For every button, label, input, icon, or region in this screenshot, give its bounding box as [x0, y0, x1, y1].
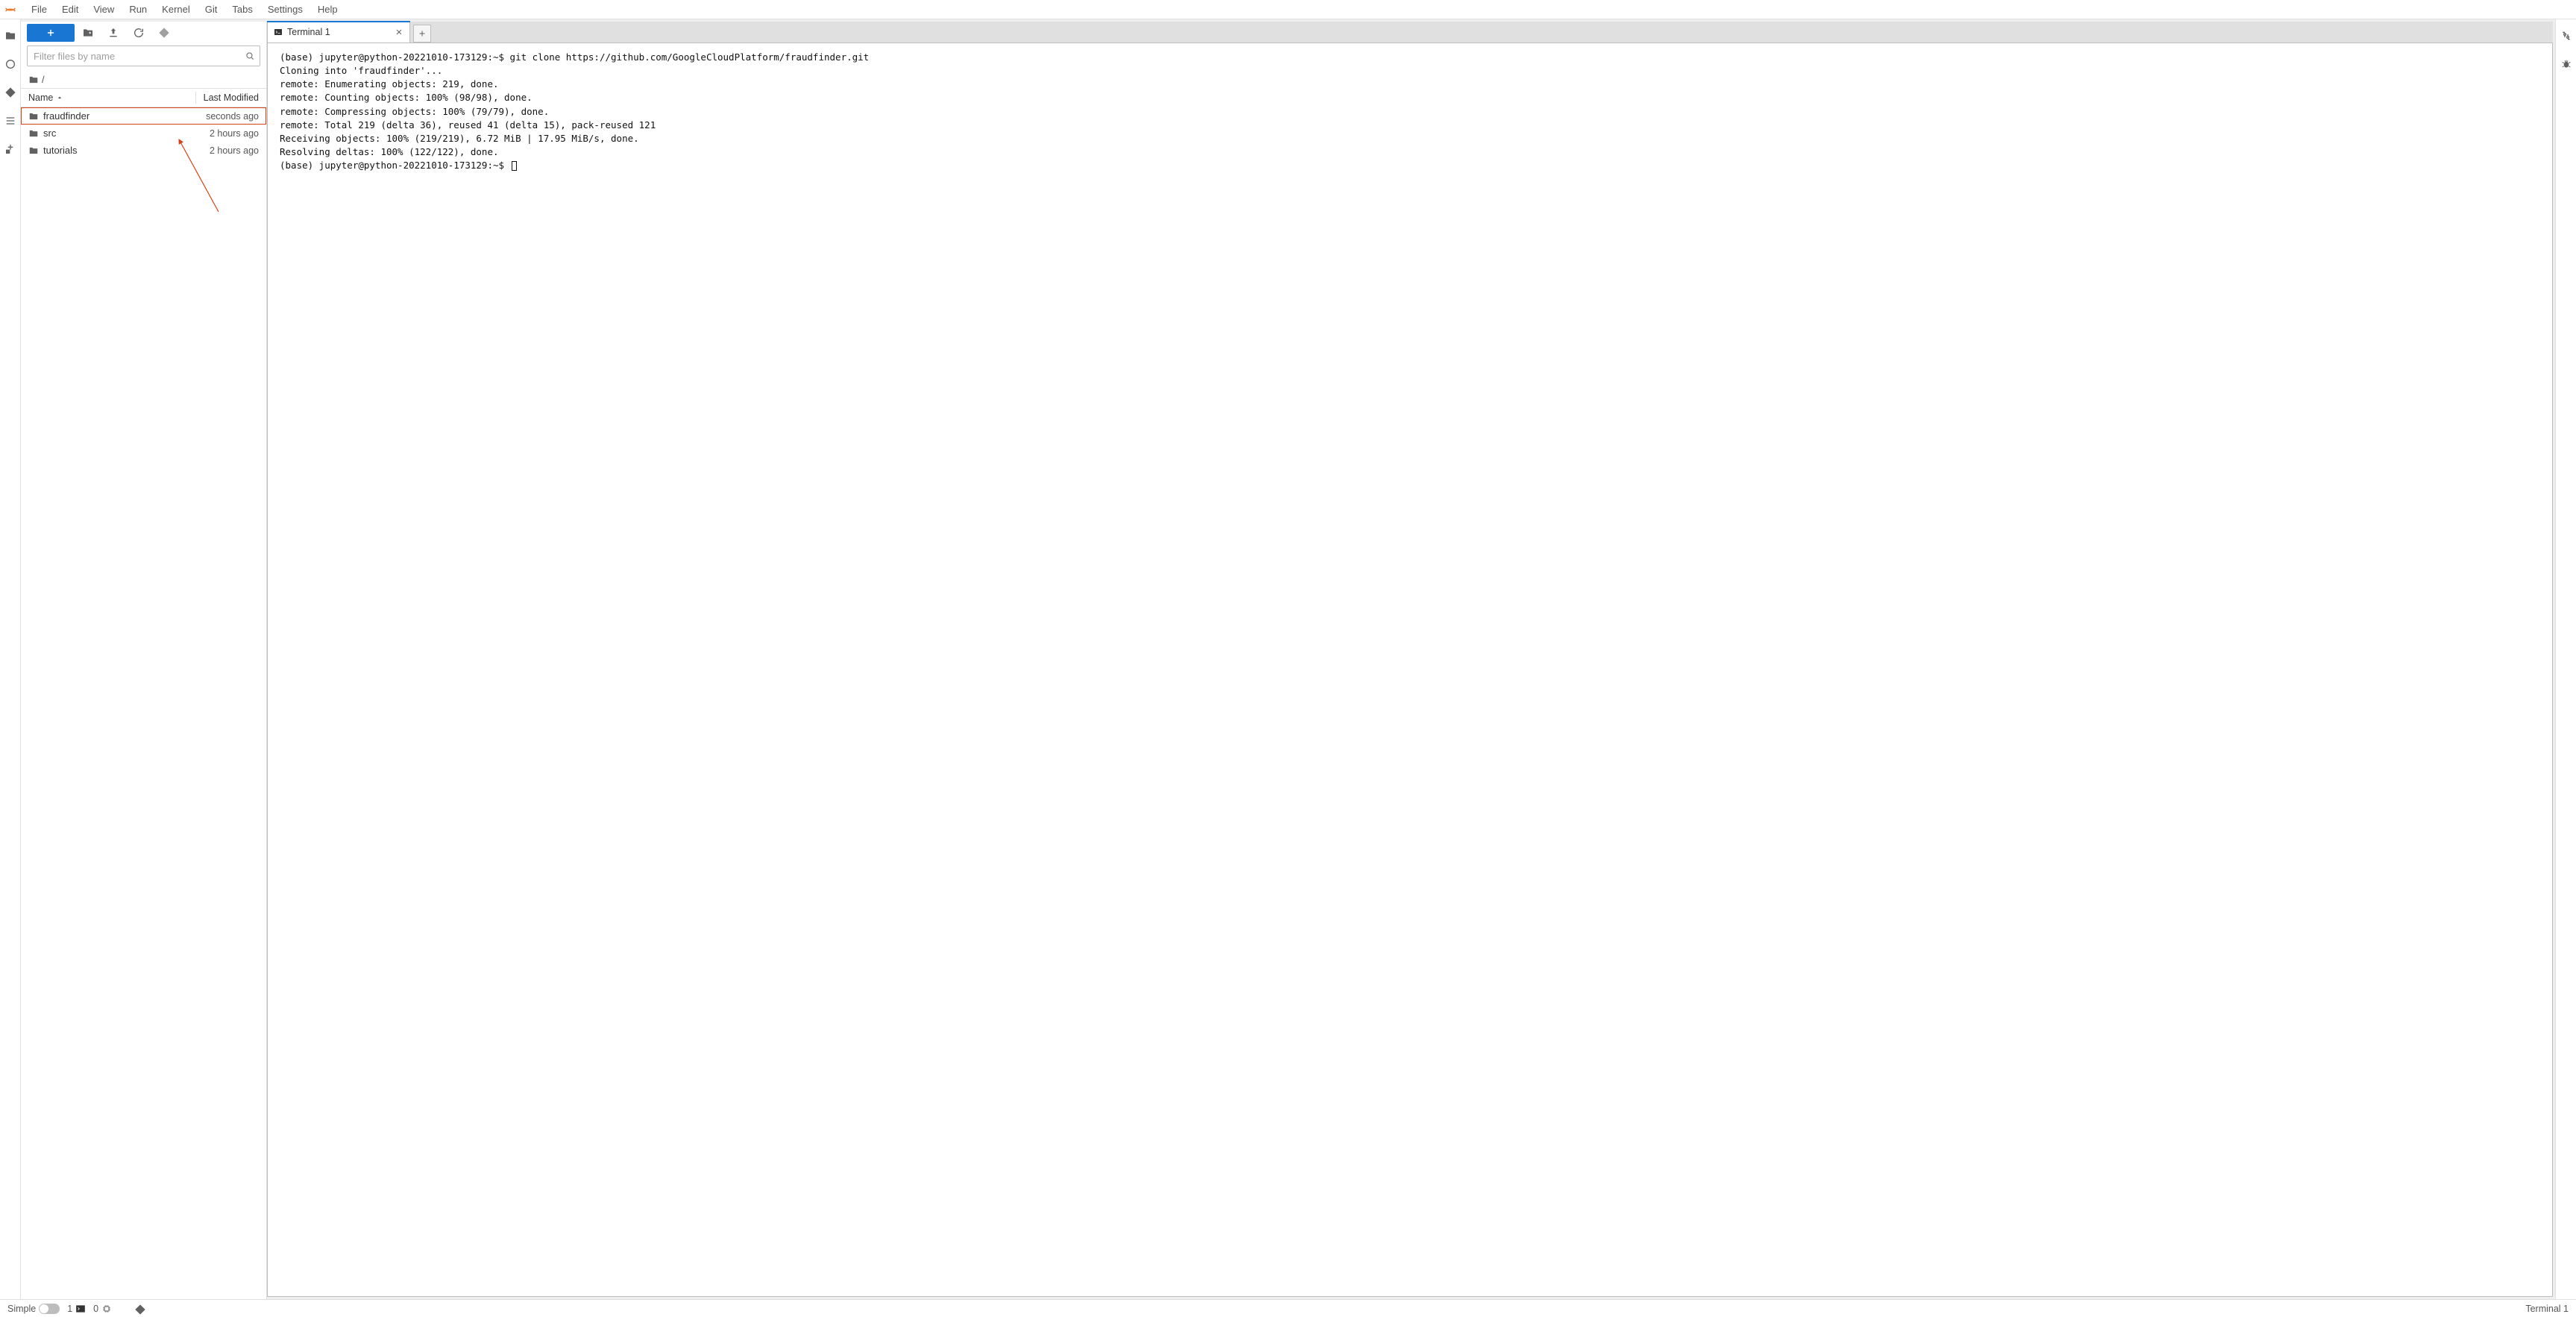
toggle-switch[interactable] [39, 1304, 60, 1314]
new-folder-button[interactable] [76, 24, 100, 42]
sort-asc-icon [56, 94, 63, 101]
menu-kernel[interactable]: Kernel [154, 1, 198, 18]
activity-bar [0, 19, 21, 1299]
col-modified-label[interactable]: Last Modified [204, 92, 259, 103]
kernels-status[interactable]: 0 [93, 1304, 112, 1314]
jupyter-logo-icon [3, 2, 18, 17]
terminal-icon [274, 28, 283, 37]
breadcrumb[interactable]: / [21, 71, 266, 88]
git-icon[interactable] [4, 87, 16, 98]
file-list: fraudfinder seconds ago src 2 hours ago … [21, 107, 266, 1299]
menu-file[interactable]: File [24, 1, 54, 18]
menu-settings[interactable]: Settings [260, 1, 310, 18]
file-toolbar [21, 22, 266, 44]
tab-label: Terminal 1 [287, 27, 330, 37]
new-launcher-button[interactable] [27, 24, 75, 42]
file-browser-icon[interactable] [4, 30, 16, 42]
git-status-icon[interactable] [134, 1304, 145, 1314]
menu-tabs[interactable]: Tabs [224, 1, 260, 18]
property-inspector-icon[interactable] [2560, 30, 2572, 42]
folder-icon [28, 75, 39, 85]
toc-icon[interactable] [4, 115, 16, 127]
menu-run[interactable]: Run [122, 1, 154, 18]
kernel-icon [101, 1304, 112, 1314]
extensions-icon[interactable] [4, 143, 16, 155]
menu-view[interactable]: View [86, 1, 122, 18]
right-sidebar [2555, 19, 2576, 1299]
git-clone-button[interactable] [152, 24, 176, 42]
close-icon[interactable] [395, 28, 403, 37]
menu-edit[interactable]: Edit [54, 1, 86, 18]
menu-git[interactable]: Git [198, 1, 225, 18]
kernels-count: 0 [93, 1304, 98, 1314]
file-name: fraudfinder [43, 110, 206, 122]
menu-help[interactable]: Help [310, 1, 345, 18]
filter-input-wrap [27, 45, 260, 66]
running-kernels-icon[interactable] [4, 58, 16, 70]
debugger-icon[interactable] [2560, 58, 2572, 70]
add-tab-button[interactable] [413, 25, 431, 43]
list-item[interactable]: fraudfinder seconds ago [21, 107, 266, 125]
tab-terminal-1[interactable]: Terminal 1 [267, 21, 410, 43]
status-right-label[interactable]: Terminal 1 [2525, 1304, 2569, 1314]
folder-icon [28, 128, 39, 139]
terminal-icon [75, 1304, 86, 1314]
list-item[interactable]: src 2 hours ago [21, 125, 266, 142]
file-browser-panel: / Name Last Modified fraudfinder seconds… [21, 22, 267, 1299]
file-modified: 2 hours ago [210, 145, 259, 156]
refresh-button[interactable] [127, 24, 151, 42]
terminals-count: 1 [67, 1304, 72, 1314]
filter-input[interactable] [34, 51, 239, 62]
tab-bar: Terminal 1 [267, 22, 2553, 43]
file-name: src [43, 128, 210, 139]
list-item[interactable]: tutorials 2 hours ago [21, 142, 266, 159]
col-name-label[interactable]: Name [28, 92, 53, 103]
terminals-status[interactable]: 1 [67, 1304, 86, 1314]
search-icon [245, 51, 255, 61]
folder-icon [28, 111, 39, 122]
terminal-output[interactable]: (base) jupyter@python-20221010-173129:~$… [267, 43, 2553, 1297]
main-content-area: Terminal 1 (base) jupyter@python-2022101… [267, 22, 2553, 1297]
menu-bar: File Edit View Run Kernel Git Tabs Setti… [0, 0, 2576, 19]
upload-button[interactable] [101, 24, 125, 42]
file-modified: 2 hours ago [210, 128, 259, 139]
status-bar: Simple 1 0 Terminal 1 [0, 1299, 2576, 1317]
file-modified: seconds ago [206, 111, 259, 122]
file-name: tutorials [43, 145, 210, 156]
simple-label: Simple [7, 1304, 36, 1314]
simple-mode-toggle[interactable]: Simple [7, 1304, 60, 1314]
file-list-header: Name Last Modified [21, 88, 266, 107]
folder-icon [28, 145, 39, 156]
breadcrumb-path: / [42, 74, 45, 85]
